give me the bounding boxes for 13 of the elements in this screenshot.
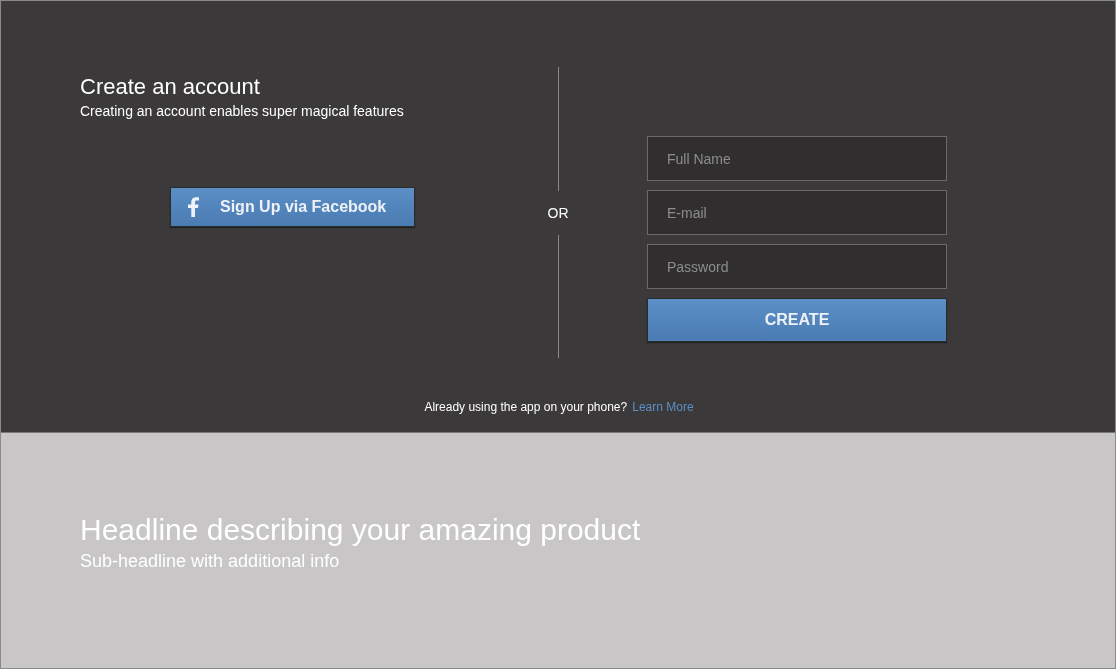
signup-subtitle: Creating an account enables super magical features [80,103,404,119]
footer-text: Already using the app on your phone? [424,400,628,414]
hero-subheadline: Sub-headline with additional info [80,551,341,572]
hero-headline: Headline describing your amazing product [80,513,642,547]
facebook-signup-button[interactable]: Sign Up via Facebook [170,187,415,227]
input-field[interactable]: Full Name [647,136,947,181]
facebook-f-icon [188,197,199,217]
learn-more-link[interactable]: Learn More [632,400,694,414]
create-button[interactable]: CREATE [647,298,947,342]
input-field[interactable]: E-mail [647,190,947,235]
signup-title: Create an account [80,74,260,100]
input-field[interactable]: Password [647,244,947,289]
or-separator: OR [547,203,569,223]
